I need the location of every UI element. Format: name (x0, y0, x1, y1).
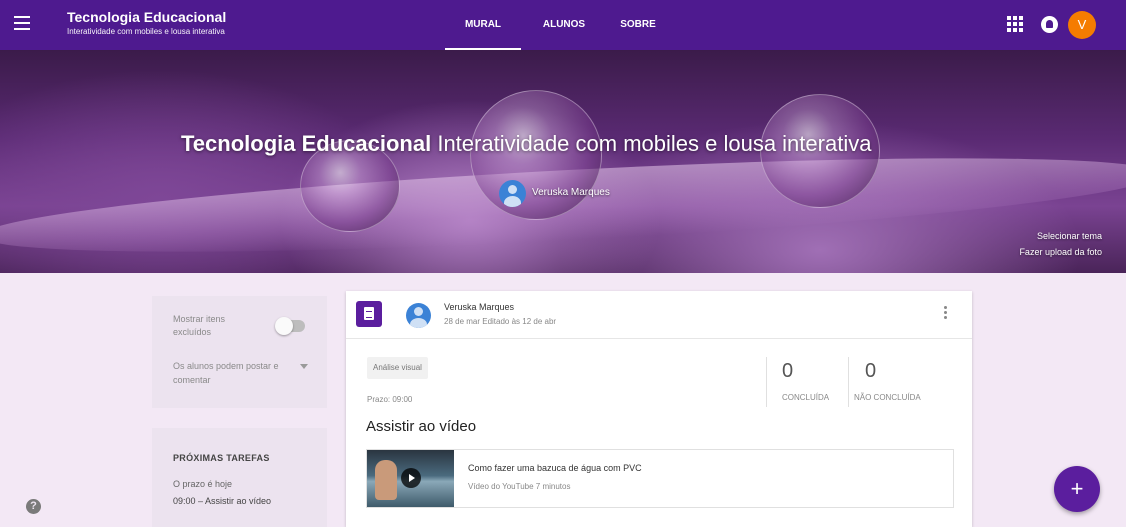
class-title[interactable]: Tecnologia Educacional (67, 9, 226, 25)
add-fab-button[interactable]: + (1054, 466, 1100, 512)
tab-mural[interactable]: MURAL (445, 0, 521, 50)
teacher-name: Veruska Marques (532, 187, 610, 198)
post-permission-select[interactable]: Os alunos podem postar e comentar (173, 359, 303, 387)
post-header: Veruska Marques 28 de mar Editado às 12 … (346, 291, 972, 339)
banner-title: Tecnologia Educacional Interatividade co… (181, 131, 871, 157)
done-label: CONCLUÍDA (782, 393, 830, 402)
banner-section: Interatividade com mobiles e lousa inter… (437, 131, 872, 156)
assignment-title[interactable]: Assistir ao vídeo (366, 418, 476, 435)
account-avatar[interactable]: V (1068, 11, 1096, 39)
done-count[interactable]: 0 (782, 360, 793, 383)
help-icon[interactable]: ? (26, 499, 41, 514)
post-date: 28 de mar Editado às 12 de abr (444, 317, 557, 326)
due-time: Prazo: 09:00 (367, 395, 413, 404)
not-done-label: NÃO CONCLUÍDA (854, 393, 921, 402)
top-app-bar: Tecnologia Educacional Interatividade co… (0, 0, 1126, 50)
video-thumbnail[interactable] (367, 450, 454, 507)
not-done-count[interactable]: 0 (865, 360, 876, 383)
stat-divider (766, 357, 767, 407)
play-icon[interactable] (401, 468, 421, 488)
topic-chip[interactable]: Análise visual (367, 357, 428, 379)
attachment-meta: Vídeo do YouTube 7 minutos (468, 482, 571, 491)
stat-divider (848, 357, 849, 407)
assignment-icon (356, 301, 382, 327)
stream-settings-card: Mostrar itens excluídos Os alunos podem … (152, 296, 327, 408)
tab-alunos[interactable]: ALUNOS (534, 0, 594, 50)
show-deleted-toggle[interactable] (275, 317, 305, 335)
chevron-down-icon[interactable] (300, 364, 308, 369)
upcoming-due: O prazo é hoje (173, 479, 233, 489)
upcoming-task-link[interactable]: 09:00 – Assistir ao vídeo (173, 496, 271, 506)
author-avatar (406, 303, 431, 328)
banner-class-name: Tecnologia Educacional (181, 131, 432, 156)
assignment-post: Veruska Marques 28 de mar Editado às 12 … (346, 291, 972, 527)
tab-sobre[interactable]: SOBRE (616, 0, 660, 50)
class-banner: Tecnologia Educacional Interatividade co… (0, 50, 1126, 273)
apps-grid-icon[interactable] (1007, 16, 1023, 32)
upcoming-title: PRÓXIMAS TAREFAS (173, 453, 270, 463)
attachment-title[interactable]: Como fazer uma bazuca de água com PVC (468, 463, 642, 473)
class-subtitle: Interatividade com mobiles e lousa inter… (67, 27, 225, 36)
menu-icon[interactable] (14, 16, 30, 30)
notifications-icon[interactable] (1041, 16, 1058, 33)
more-vert-icon[interactable] (942, 306, 948, 322)
show-deleted-label: Mostrar itens excluídos (173, 314, 226, 337)
video-attachment[interactable]: Como fazer uma bazuca de água com PVC Ví… (366, 449, 954, 508)
author-name: Veruska Marques (444, 302, 515, 312)
upload-photo-link[interactable]: Fazer upload da foto (1019, 247, 1102, 257)
select-theme-link[interactable]: Selecionar tema (1037, 231, 1102, 241)
teacher-avatar (499, 180, 526, 207)
upcoming-tasks-card: PRÓXIMAS TAREFAS O prazo é hoje 09:00 – … (152, 428, 327, 527)
